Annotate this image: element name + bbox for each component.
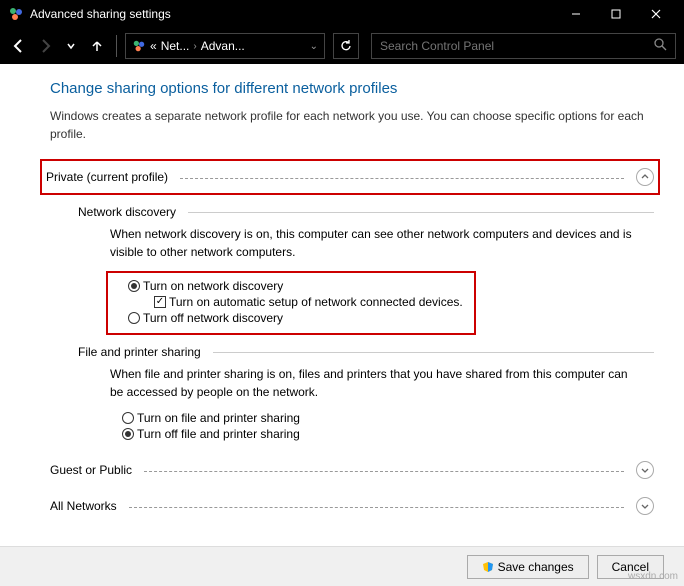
title-bar: Advanced sharing settings [0, 0, 684, 28]
location-icon [132, 39, 146, 53]
search-input[interactable] [380, 39, 654, 53]
address-bar[interactable]: « Net... › Advan... ⌄ [125, 33, 325, 59]
nav-bar: « Net... › Advan... ⌄ [0, 28, 684, 64]
content-area: Change sharing options for different net… [0, 64, 684, 586]
forward-button[interactable] [34, 35, 56, 57]
section-guest-public[interactable]: Guest or Public [50, 457, 654, 483]
section-label: Private (current profile) [46, 170, 168, 184]
radio-icon [122, 412, 134, 424]
search-icon[interactable] [654, 38, 667, 54]
chevron-right-icon: › [193, 41, 196, 52]
radio-icon [128, 280, 140, 292]
save-button[interactable]: Save changes [467, 555, 589, 579]
checkbox-icon [154, 296, 166, 308]
search-box[interactable] [371, 33, 676, 59]
back-button[interactable] [8, 35, 30, 57]
page-description: Windows creates a separate network profi… [50, 107, 654, 143]
shield-icon [482, 561, 494, 573]
footer-bar: Save changes Cancel [0, 546, 684, 586]
chevron-down-icon[interactable]: ⌄ [310, 41, 318, 52]
network-discovery-desc: When network discovery is on, this compu… [110, 225, 634, 261]
collapse-icon[interactable] [636, 168, 654, 186]
window-title: Advanced sharing settings [30, 7, 556, 21]
radio-icon [122, 428, 134, 440]
checkbox-auto-setup[interactable]: Turn on automatic setup of network conne… [154, 295, 466, 309]
expand-icon[interactable] [636, 461, 654, 479]
cancel-button[interactable]: Cancel [597, 555, 664, 579]
breadcrumb-2[interactable]: Advan... [201, 39, 245, 53]
app-icon [8, 6, 24, 22]
radio-discovery-off[interactable]: Turn off network discovery [128, 311, 466, 325]
refresh-button[interactable] [333, 33, 359, 59]
page-title: Change sharing options for different net… [50, 80, 654, 97]
maximize-button[interactable] [596, 0, 636, 28]
expand-icon[interactable] [636, 497, 654, 515]
file-sharing-desc: When file and printer sharing is on, fil… [110, 365, 634, 401]
group-file-printer-sharing: File and printer sharing [78, 345, 654, 359]
group-network-discovery: Network discovery [78, 205, 654, 219]
section-label: Guest or Public [50, 463, 132, 477]
section-label: All Networks [50, 499, 117, 513]
close-button[interactable] [636, 0, 676, 28]
radio-icon [128, 312, 140, 324]
section-private[interactable]: Private (current profile) [46, 164, 654, 190]
minimize-button[interactable] [556, 0, 596, 28]
radio-sharing-off[interactable]: Turn off file and printer sharing [122, 427, 634, 441]
recent-dropdown[interactable] [60, 35, 82, 57]
radio-discovery-on[interactable]: Turn on network discovery [128, 279, 466, 293]
breadcrumb-1[interactable]: Net... [161, 39, 190, 53]
section-all-networks[interactable]: All Networks [50, 493, 654, 519]
up-button[interactable] [86, 35, 108, 57]
radio-sharing-on[interactable]: Turn on file and printer sharing [122, 411, 634, 425]
